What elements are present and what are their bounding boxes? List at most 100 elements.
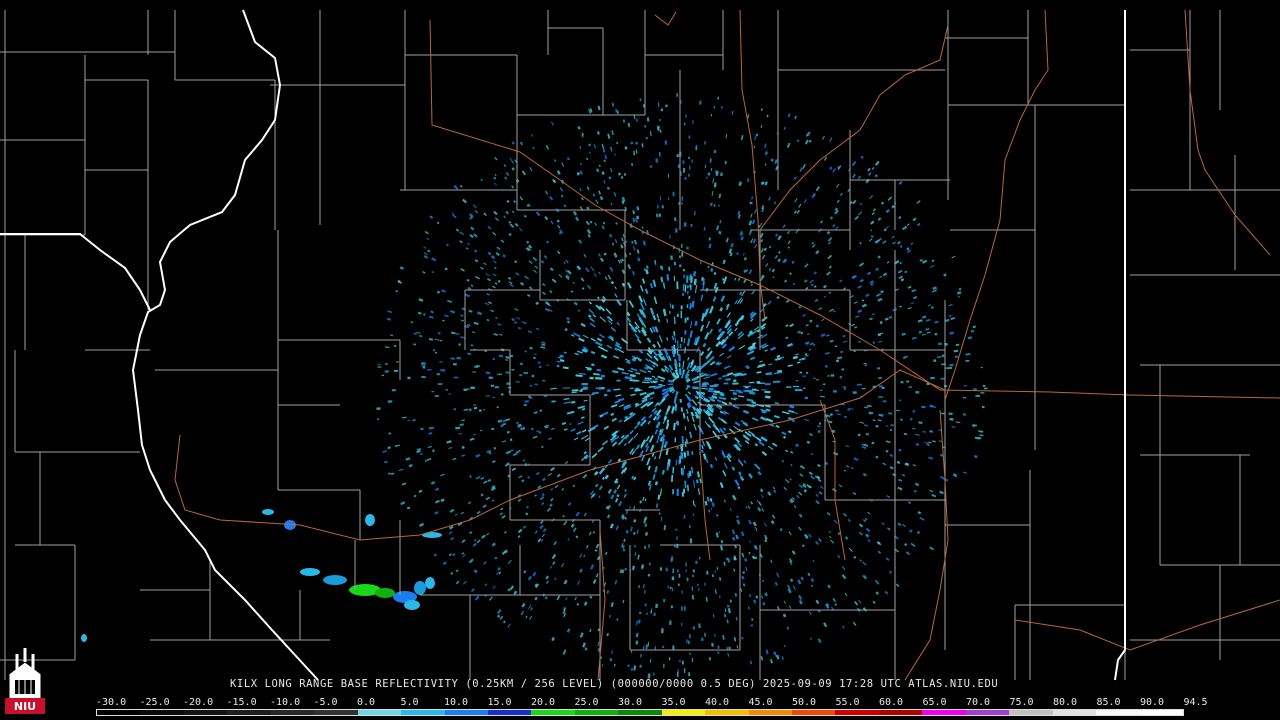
radar-echo <box>885 208 890 214</box>
radar-echo <box>683 452 687 458</box>
radar-echo <box>630 650 633 654</box>
radar-echo <box>708 416 715 424</box>
radar-echo <box>915 442 920 447</box>
radar-echo <box>790 450 794 454</box>
radar-echo <box>485 272 490 277</box>
radar-echo <box>458 432 463 435</box>
radar-echo <box>641 278 646 284</box>
radar-echo <box>744 566 748 571</box>
radar-echo <box>664 365 668 369</box>
radar-echo <box>689 431 693 439</box>
radar-echo <box>434 510 439 515</box>
reflectivity-scale-labels: -30.0 -25.0 -20.0 -15.0 -10.0 -5.0 0.0 5.0 10.0 1… <box>96 697 1208 709</box>
radar-echo <box>863 362 867 365</box>
radar-echo <box>726 619 729 624</box>
radar-echo <box>781 656 785 661</box>
scale-label: -5.0 <box>313 697 338 708</box>
radar-echo <box>401 416 407 419</box>
radar-echo <box>862 574 868 580</box>
radar-echo <box>732 495 737 501</box>
precip-cell <box>404 600 420 610</box>
radar-echo <box>624 517 628 520</box>
radar-echo <box>629 379 638 382</box>
radar-echo <box>501 422 507 426</box>
radar-echo <box>534 265 539 269</box>
radar-echo <box>689 538 693 544</box>
radar-echo <box>595 387 602 390</box>
radar-echo <box>965 359 970 362</box>
radar-echo <box>768 363 773 366</box>
radar-echo <box>572 527 577 532</box>
radar-echo <box>898 478 903 482</box>
scale-label: 85.0 <box>1096 697 1121 708</box>
radar-echo <box>511 185 515 189</box>
radar-echo <box>647 641 650 647</box>
radar-echo <box>606 514 611 519</box>
radar-echo <box>625 529 629 534</box>
radar-echo <box>639 391 647 396</box>
radar-echo <box>718 193 722 199</box>
radar-echo <box>563 428 568 431</box>
radar-echo <box>680 171 682 176</box>
radar-echo <box>428 315 434 319</box>
radar-echo <box>807 572 811 577</box>
radar-echo <box>579 170 583 175</box>
precip-cell <box>81 634 87 642</box>
radar-echo <box>424 230 429 235</box>
radar-echo <box>405 457 411 461</box>
scale-label: 65.0 <box>922 697 947 708</box>
radar-echo <box>809 637 812 640</box>
radar-echo <box>452 363 457 366</box>
radar-echo <box>634 388 641 392</box>
radar-echo <box>657 375 666 380</box>
radar-echo <box>954 355 959 359</box>
radar-echo <box>459 231 465 236</box>
radar-echo <box>912 427 916 430</box>
radar-echo <box>901 332 906 336</box>
radar-echo <box>395 290 399 293</box>
radar-echo <box>681 606 683 611</box>
radar-echo <box>867 405 872 407</box>
radar-echo <box>813 377 816 379</box>
radar-echo <box>642 240 647 246</box>
radar-echo <box>857 211 863 216</box>
radar-echo <box>872 419 876 422</box>
radar-echo <box>454 513 458 516</box>
radar-echo <box>406 506 411 510</box>
radar-echo <box>760 108 763 111</box>
radar-echo <box>708 509 711 513</box>
radar-echo <box>633 519 637 523</box>
radar-echo <box>745 505 748 509</box>
radar-echo <box>676 536 678 540</box>
radar-echo <box>586 284 592 290</box>
radar-echo <box>525 615 528 619</box>
radar-echo <box>671 304 674 309</box>
scale-label: -10.0 <box>270 697 301 708</box>
radar-echo <box>511 210 515 214</box>
radar-echo <box>686 275 689 283</box>
radar-echo <box>649 444 655 453</box>
radar-echo <box>877 217 882 221</box>
radar-echo <box>921 405 926 409</box>
radar-echo <box>636 529 639 534</box>
radar-echo <box>470 344 474 347</box>
radar-echo <box>498 373 503 375</box>
radar-echo <box>782 613 787 618</box>
radar-echo <box>760 124 763 129</box>
radar-echo <box>897 486 903 491</box>
radar-echo <box>836 199 840 204</box>
radar-echo <box>897 241 901 245</box>
radar-echo <box>910 542 916 547</box>
radar-echo <box>421 364 426 367</box>
radar-echo <box>955 343 960 346</box>
radar-echo <box>782 224 786 229</box>
radar-echo <box>762 601 766 606</box>
radar-echo <box>660 108 664 112</box>
radar-echo <box>853 350 856 353</box>
radar-echo <box>693 211 696 216</box>
radar-echo <box>694 320 698 327</box>
radar-echo <box>910 302 915 305</box>
radar-echo <box>679 455 682 464</box>
radar-echo <box>919 516 925 521</box>
radar-echo <box>768 245 772 249</box>
